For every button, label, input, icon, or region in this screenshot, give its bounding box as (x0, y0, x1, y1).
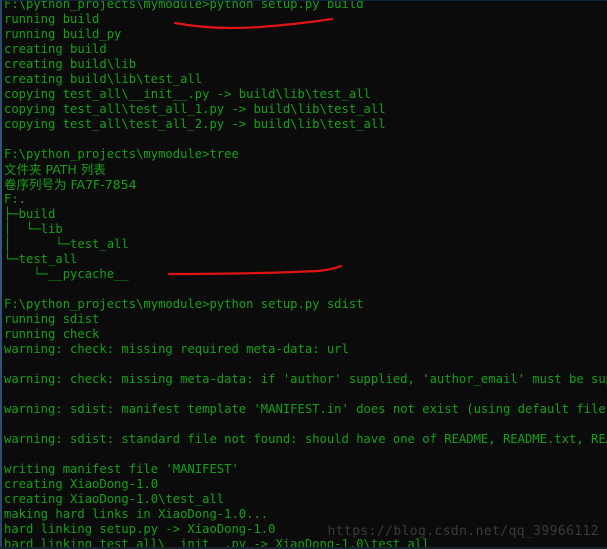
console-line: F:\python_projects\mymodule>python setup… (4, 0, 364, 11)
console-line: warning: sdist: standard file not found:… (4, 432, 607, 446)
console-line: writing manifest file 'MANIFEST' (4, 462, 239, 476)
console-line: copying test_all\__init__.py -> build\li… (4, 87, 371, 101)
console-output-text[interactable]: F:\python_projects\mymodule>python setup… (4, 0, 607, 549)
console-line: warning: check: missing required meta-da… (4, 342, 349, 356)
console-line: running sdist (4, 312, 100, 326)
console-line: creating build (4, 42, 107, 56)
console-line: 卷序列号为 FA7F-7854 (4, 177, 137, 192)
console-line: │ └─lib (4, 222, 63, 236)
console-line: running check (4, 327, 100, 341)
console-line: F:\python_projects\mymodule>tree (4, 147, 239, 161)
console-line: copying test_all\test_all_1.py -> build\… (4, 102, 386, 116)
window-left-border (0, 0, 2, 549)
console-line: warning: check: missing meta-data: if 'a… (4, 372, 607, 386)
console-line: ├─build (4, 207, 56, 221)
console-line: running build_py (4, 27, 122, 41)
window-top-border (0, 0, 607, 1)
console-line: making hard links in XiaoDong-1.0... (4, 507, 269, 521)
console-line: running build (4, 12, 100, 26)
console-line: creating XiaoDong-1.0\test_all (4, 492, 225, 506)
console-line: warning: sdist: manifest template 'MANIF… (4, 402, 607, 416)
console-line: creating build\lib (4, 57, 137, 71)
console-line: creating XiaoDong-1.0 (4, 477, 159, 491)
console-line: copying test_all\test_all_2.py -> build\… (4, 117, 386, 131)
console-line: └─test_all (4, 252, 78, 266)
console-line: F:\python_projects\mymodule>python setup… (4, 297, 364, 311)
watermark-url: https://blog.csdn.net/qq_39966112 (327, 524, 599, 539)
console-line: │ └─test_all (4, 237, 129, 251)
console-line: F:. (4, 192, 27, 206)
console-line: creating build\lib\test_all (4, 72, 203, 86)
command-prompt-window[interactable]: F:\python_projects\mymodule>python setup… (0, 0, 607, 549)
console-line: 文件夹 PATH 列表 (4, 162, 106, 177)
console-line: └─__pycache__ (4, 267, 129, 281)
